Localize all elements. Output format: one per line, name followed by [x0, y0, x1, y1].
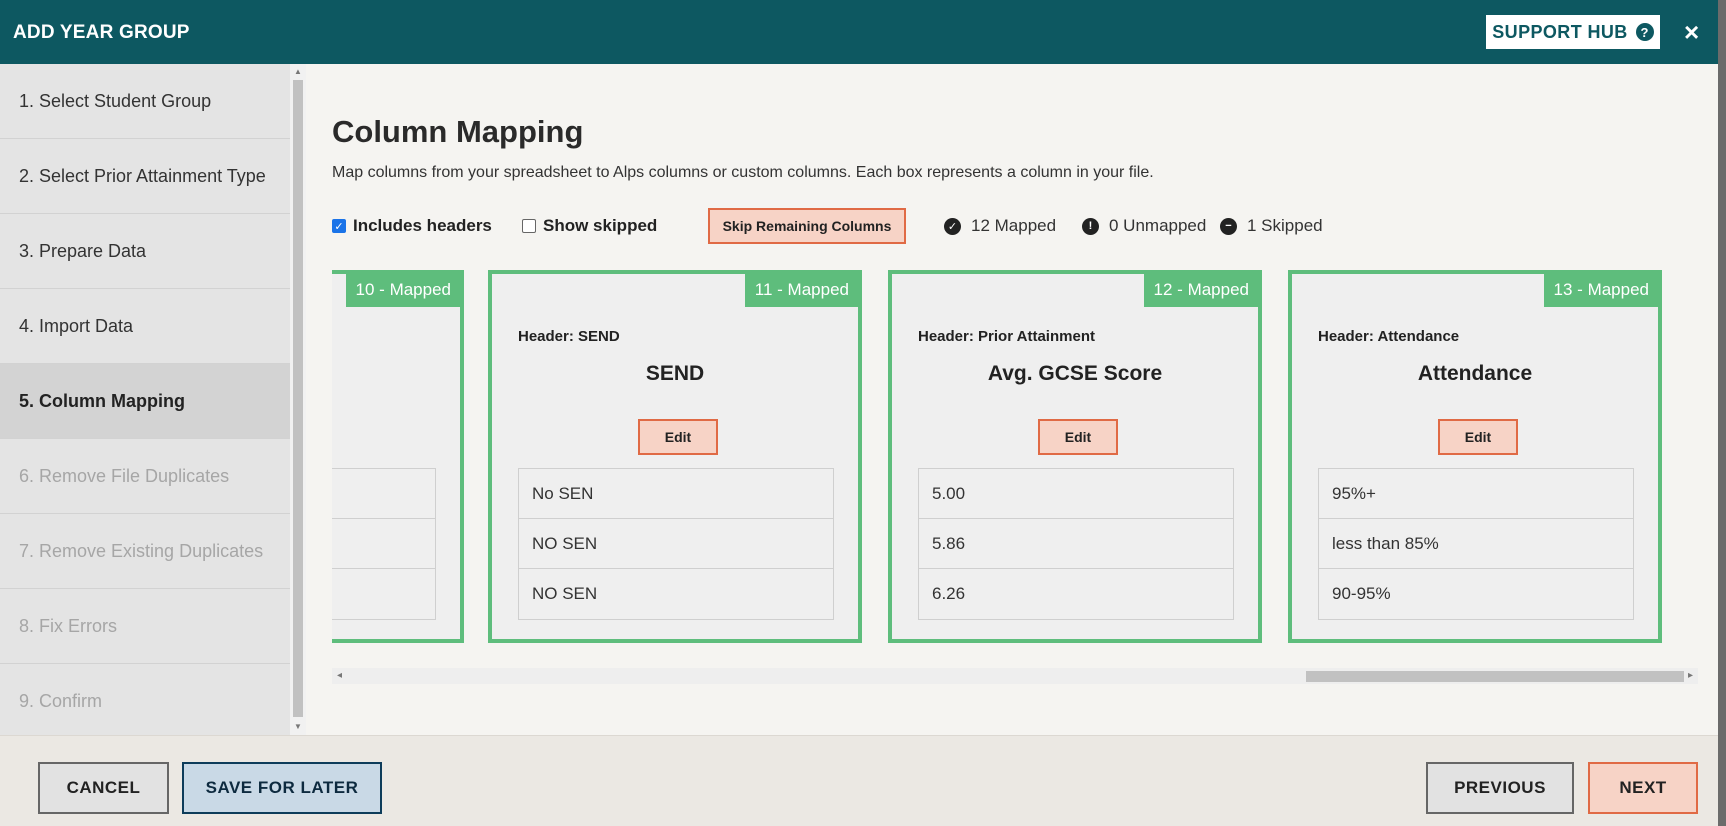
sample-value: NO SEN [519, 519, 833, 569]
sample-value: NO SEN [532, 584, 598, 603]
previous-button[interactable]: PREVIOUS [1426, 762, 1574, 814]
scroll-right-arrow-icon[interactable]: ▸ [1688, 670, 1693, 681]
step-remove-file-duplicates: 6. Remove File Duplicates [0, 439, 290, 514]
card-sample-values: 95%+ less than 85% 90-95% [1318, 468, 1634, 620]
page-title: Column Mapping [332, 114, 584, 149]
checkbox-checked-icon[interactable]: ✓ [332, 219, 346, 233]
edit-mapping-button[interactable]: Edit [1038, 419, 1118, 455]
column-card-13: 13 - Mapped Header: Attendance Attendanc… [1288, 270, 1662, 643]
sample-value [332, 469, 435, 519]
card-sample-values: 5.00 5.86 6.26 [918, 468, 1234, 620]
save-for-later-button[interactable]: SAVE FOR LATER [182, 762, 382, 814]
modal-header: ADD YEAR GROUP SUPPORT HUB ? × [0, 0, 1718, 64]
step-import-data[interactable]: 4. Import Data [0, 289, 290, 364]
unmapped-count-text: 0 Unmapped [1109, 216, 1207, 235]
scroll-down-arrow-icon[interactable]: ▼ [294, 722, 302, 731]
card-header-label: Header: Attendance [1318, 328, 1460, 345]
close-icon[interactable]: × [1684, 16, 1699, 48]
question-circle-icon: ? [1635, 23, 1654, 41]
includes-headers-checkbox[interactable]: ✓ Includes headers [332, 208, 492, 244]
mapped-count: ✓ 12 Mapped [944, 208, 1056, 244]
sample-value: No SEN [519, 469, 833, 519]
checkbox-unchecked-icon[interactable] [522, 219, 536, 233]
sample-value [332, 519, 435, 569]
background-overlay-edge [1718, 0, 1726, 826]
page-description: Map columns from your spreadsheet to Alp… [332, 164, 1154, 181]
column-card-12: 12 - Mapped Header: Prior Attainment Avg… [888, 270, 1262, 643]
sample-value: 6.26 [932, 584, 966, 603]
edit-mapping-button[interactable]: Edit [638, 419, 718, 455]
show-skipped-checkbox[interactable]: Show skipped [522, 208, 657, 244]
cards-horizontal-scrollbar[interactable]: ◂ ▸ [332, 668, 1698, 684]
minus-circle-icon: − [1220, 217, 1237, 235]
card-status-badge: 12 - Mapped [1143, 273, 1259, 307]
step-fix-errors: 8. Fix Errors [0, 589, 290, 664]
step-select-prior-attainment-type[interactable]: 2. Select Prior Attainment Type [0, 139, 290, 214]
add-year-group-modal: ADD YEAR GROUP SUPPORT HUB ? × 1. Select… [0, 0, 1718, 826]
skipped-count: − 1 Skipped [1220, 208, 1323, 244]
sample-value [332, 569, 435, 619]
next-button[interactable]: NEXT [1588, 762, 1698, 814]
card-sample-values: No SEN NO SEN NO SEN [518, 468, 834, 620]
card-header-label: Header: SEND [518, 328, 620, 345]
card-status-badge: 10 - Mapped [345, 273, 461, 307]
scroll-up-arrow-icon[interactable]: ▲ [294, 67, 302, 76]
wizard-steps-sidebar: 1. Select Student Group 2. Select Prior … [0, 64, 290, 739]
step-remove-existing-duplicates: 7. Remove Existing Duplicates [0, 514, 290, 589]
mapped-count-text: 12 Mapped [971, 216, 1057, 235]
step-column-mapping[interactable]: 5. Column Mapping [0, 364, 290, 439]
column-cards-viewport: 10 - Mapped 11 - Mapped Header: SEND SEN… [332, 270, 1698, 650]
card-mapped-column-title: Avg. GCSE Score [987, 362, 1163, 385]
cards-scrollbar-thumb[interactable] [1306, 671, 1684, 682]
support-hub-label: SUPPORT HUB [1492, 21, 1628, 42]
sidebar-scrollbar-thumb[interactable] [293, 80, 303, 717]
card-mapped-column-title: SEND [645, 362, 705, 385]
step-select-student-group[interactable]: 1. Select Student Group [0, 64, 290, 139]
check-circle-icon: ✓ [944, 217, 961, 235]
main-content: Column Mapping Map columns from your spr… [306, 64, 1698, 735]
scroll-left-arrow-icon[interactable]: ◂ [337, 670, 342, 681]
includes-headers-label: Includes headers [353, 216, 492, 235]
card-status-badge: 11 - Mapped [744, 273, 859, 307]
sample-value: 95%+ [1319, 469, 1633, 519]
card-sample-values [332, 468, 436, 620]
sample-value: 5.00 [919, 469, 1233, 519]
edit-mapping-button[interactable]: Edit [1438, 419, 1518, 455]
step-prepare-data[interactable]: 3. Prepare Data [0, 214, 290, 289]
modal-title: ADD YEAR GROUP [13, 22, 190, 43]
support-hub-button[interactable]: SUPPORT HUB ? [1484, 13, 1662, 51]
card-mapped-column-title: Attendance [1417, 362, 1533, 385]
step-confirm: 9. Confirm [0, 664, 290, 739]
unmapped-count: ! 0 Unmapped [1082, 208, 1206, 244]
skipped-count-text: 1 Skipped [1247, 216, 1323, 235]
sidebar-scrollbar[interactable]: ▲ ▼ [290, 64, 306, 735]
skip-remaining-columns-button[interactable]: Skip Remaining Columns [708, 208, 906, 244]
cancel-button[interactable]: CANCEL [38, 762, 169, 814]
sample-value: less than 85% [1319, 519, 1633, 569]
column-card-10: 10 - Mapped [332, 270, 464, 643]
show-skipped-label: Show skipped [543, 216, 658, 235]
card-status-badge: 13 - Mapped [1543, 273, 1659, 307]
exclamation-circle-icon: ! [1082, 217, 1099, 235]
sample-value: 90-95% [1332, 584, 1391, 603]
mapping-toolbar: ✓ Includes headers Show skipped Skip Rem… [332, 208, 1692, 244]
modal-footer: CANCEL SAVE FOR LATER PREVIOUS NEXT [0, 735, 1718, 826]
sample-value: 5.86 [919, 519, 1233, 569]
card-header-label: Header: Prior Attainment [918, 328, 1095, 345]
column-card-11: 11 - Mapped Header: SEND SEND Edit No SE… [488, 270, 862, 643]
